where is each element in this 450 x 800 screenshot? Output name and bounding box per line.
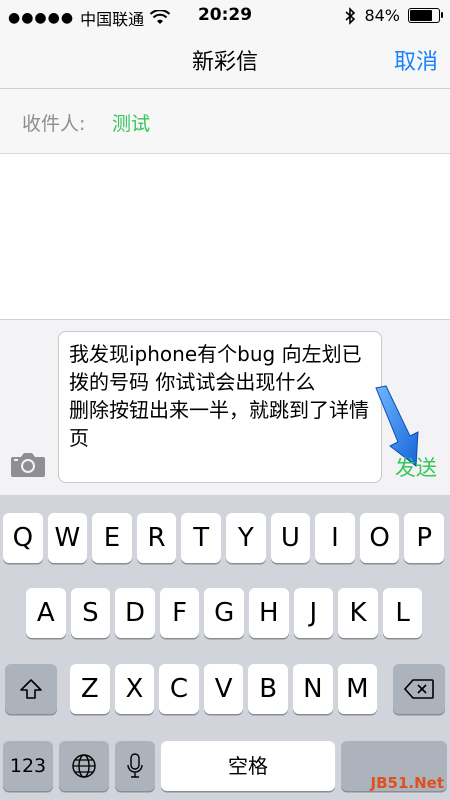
camera-icon[interactable]	[10, 450, 46, 478]
send-button[interactable]: 发送	[395, 452, 437, 482]
recipient-field[interactable]: 收件人: 测试	[0, 89, 450, 154]
message-input[interactable]: 我发现iphone有个bug 向左划已拨的号码 你试试会出现什么 删除按钮出来一…	[58, 331, 382, 483]
key-o[interactable]: O	[359, 513, 400, 563]
key-z[interactable]: Z	[70, 664, 110, 714]
dictation-key[interactable]	[115, 741, 155, 791]
key-d[interactable]: D	[115, 588, 155, 638]
watermark-logo: JB51.Net	[370, 774, 444, 792]
key-q[interactable]: Q	[3, 513, 43, 563]
key-v[interactable]: V	[203, 664, 244, 714]
key-w[interactable]: W	[47, 513, 88, 563]
battery-percent: 84%	[364, 6, 400, 25]
recipient-name[interactable]: 测试	[112, 109, 150, 136]
microphone-icon	[127, 753, 143, 778]
numbers-key[interactable]: 123	[3, 741, 53, 791]
delete-key[interactable]	[393, 664, 445, 714]
key-c[interactable]: C	[159, 664, 199, 714]
recipient-label: 收件人:	[22, 113, 86, 135]
key-m[interactable]: M	[337, 664, 378, 714]
key-e[interactable]: E	[92, 513, 132, 563]
key-i[interactable]: I	[315, 513, 355, 563]
page-title: 新彩信	[191, 50, 258, 75]
shift-key[interactable]	[5, 664, 57, 714]
shift-arrow-icon	[20, 679, 42, 699]
key-p[interactable]: P	[404, 513, 444, 563]
key-s[interactable]: S	[70, 588, 111, 638]
key-j[interactable]: J	[293, 588, 334, 638]
battery-fill	[410, 10, 432, 21]
key-a[interactable]: A	[26, 588, 66, 638]
backspace-icon	[404, 679, 434, 699]
status-bar: ●●●●● 中国联通 20:29 84%	[0, 0, 450, 32]
key-n[interactable]: N	[293, 664, 333, 714]
key-h[interactable]: H	[249, 588, 289, 638]
key-f[interactable]: F	[159, 588, 200, 638]
key-l[interactable]: L	[382, 588, 423, 638]
key-k[interactable]: K	[338, 588, 378, 638]
keyboard: QWERTYUIOP ASDFGHJKL ZXCVBNM 123 空格 JB51…	[0, 495, 450, 800]
compose-bar: 我发现iphone有个bug 向左划已拨的号码 你试试会出现什么 删除按钮出来一…	[0, 319, 450, 496]
navigation-bar: 新彩信 取消	[0, 32, 450, 89]
globe-icon	[72, 754, 96, 778]
key-x[interactable]: X	[114, 664, 155, 714]
message-thread	[0, 154, 450, 319]
key-y[interactable]: Y	[226, 513, 266, 563]
key-t[interactable]: T	[181, 513, 221, 563]
bluetooth-icon	[345, 6, 356, 25]
cancel-button[interactable]: 取消	[394, 44, 438, 76]
key-r[interactable]: R	[136, 513, 177, 563]
status-right: 84%	[344, 6, 443, 25]
globe-key[interactable]	[59, 741, 109, 791]
key-b[interactable]: B	[248, 664, 288, 714]
battery-icon	[408, 8, 443, 23]
key-u[interactable]: U	[270, 513, 311, 563]
space-key[interactable]: 空格	[161, 741, 335, 791]
key-g[interactable]: G	[204, 588, 244, 638]
